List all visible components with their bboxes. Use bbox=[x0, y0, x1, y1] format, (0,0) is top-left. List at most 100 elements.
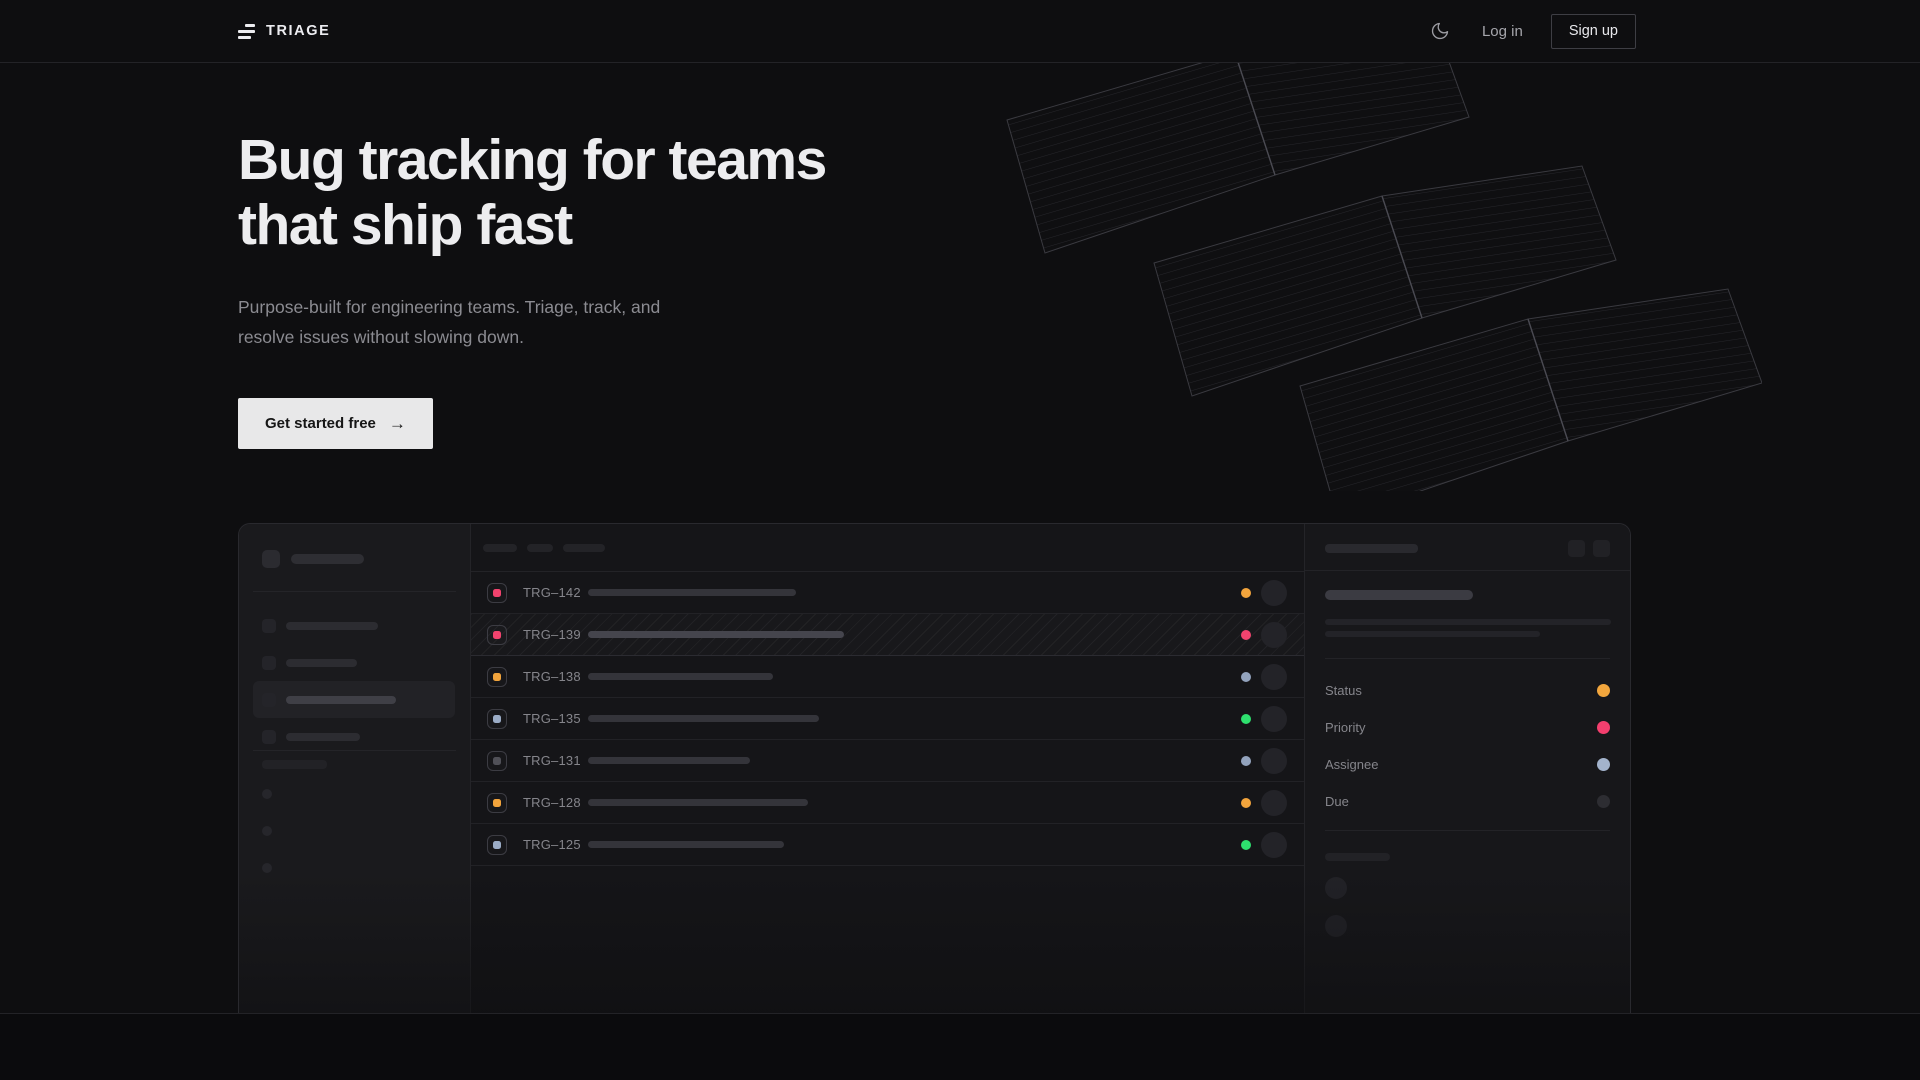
sidebar-nav-item bbox=[253, 644, 455, 681]
issue-type-icon bbox=[487, 625, 507, 645]
issue-status-dot bbox=[1241, 630, 1251, 640]
issue-id: TRG–142 bbox=[523, 585, 588, 600]
assignee-avatar-placeholder bbox=[1261, 706, 1287, 732]
field-label: Due bbox=[1325, 794, 1349, 809]
nav-label-placeholder bbox=[286, 696, 396, 704]
mockup-sidebar bbox=[239, 524, 471, 1013]
nav-icon-placeholder bbox=[262, 619, 276, 633]
issue-title-placeholder bbox=[588, 715, 819, 722]
list-header-pill bbox=[527, 544, 553, 552]
sidebar-nav-item bbox=[253, 607, 455, 644]
sidebar-dot-placeholder bbox=[262, 826, 272, 836]
sidebar-logo-placeholder bbox=[262, 550, 280, 568]
issue-status-dot bbox=[1241, 672, 1251, 682]
issue-title-placeholder bbox=[588, 673, 773, 680]
field-label: Priority bbox=[1325, 720, 1365, 735]
issue-list-header bbox=[471, 524, 1304, 572]
issue-type-dot bbox=[493, 715, 501, 723]
issue-row: TRG–138 bbox=[471, 656, 1304, 698]
issue-type-icon bbox=[487, 793, 507, 813]
issue-id: TRG–138 bbox=[523, 669, 588, 684]
issue-type-dot bbox=[493, 589, 501, 597]
sidebar-dot-placeholder bbox=[262, 863, 272, 873]
moon-icon bbox=[1430, 21, 1450, 41]
field-label: Status bbox=[1325, 683, 1362, 698]
get-started-button[interactable]: Get started free → bbox=[238, 398, 433, 449]
issue-type-dot bbox=[493, 757, 501, 765]
detail-text-placeholder bbox=[1325, 631, 1540, 637]
nav-label-placeholder bbox=[286, 733, 360, 741]
issue-row: TRG–131 bbox=[471, 740, 1304, 782]
issue-type-icon bbox=[487, 583, 507, 603]
sidebar-nav bbox=[253, 607, 455, 755]
issue-title-placeholder bbox=[588, 841, 784, 848]
issue-status-dot bbox=[1241, 840, 1251, 850]
detail-divider bbox=[1325, 658, 1610, 659]
wireframe-decoration bbox=[1002, 63, 1762, 491]
detail-text-placeholder bbox=[1325, 619, 1611, 625]
issue-row: TRG–135 bbox=[471, 698, 1304, 740]
nav-label-placeholder bbox=[286, 622, 378, 630]
field-value-dot bbox=[1597, 758, 1610, 771]
list-header-pill bbox=[563, 544, 605, 552]
field-value-dot bbox=[1597, 795, 1610, 808]
detail-field-row: Status bbox=[1325, 672, 1610, 709]
triage-logo-icon bbox=[238, 24, 255, 39]
detail-title-placeholder bbox=[1325, 590, 1473, 600]
login-link[interactable]: Log in bbox=[1482, 23, 1523, 40]
issue-type-dot bbox=[493, 673, 501, 681]
issue-title-placeholder bbox=[588, 757, 750, 764]
detail-action-placeholder bbox=[1593, 540, 1610, 557]
detail-footer-placeholder bbox=[1325, 853, 1390, 861]
detail-field-row: Due bbox=[1325, 783, 1610, 820]
issue-type-icon bbox=[487, 835, 507, 855]
theme-toggle-button[interactable] bbox=[1426, 17, 1454, 45]
nav-icon-placeholder bbox=[262, 693, 276, 707]
nav-icon-placeholder bbox=[262, 656, 276, 670]
issue-row: TRG–125 bbox=[471, 824, 1304, 866]
detail-divider bbox=[1305, 570, 1630, 571]
app-mockup-card: TRG–142 TRG–139 bbox=[238, 523, 1631, 1013]
detail-action-placeholder bbox=[1568, 540, 1585, 557]
detail-field-row: Priority bbox=[1325, 709, 1610, 746]
issue-row: TRG–128 bbox=[471, 782, 1304, 824]
landing-page: TRIAGE Log in Sign up bbox=[0, 0, 1920, 1080]
site-footer bbox=[0, 1013, 1920, 1080]
hero-title: Bug tracking for teams that ship fast bbox=[238, 128, 826, 258]
detail-fields: Status Priority Assignee Due bbox=[1325, 672, 1610, 820]
issue-type-dot bbox=[493, 799, 501, 807]
site-header: TRIAGE Log in Sign up bbox=[0, 0, 1920, 63]
hero-subtitle: Purpose-built for engineering teams. Tri… bbox=[238, 292, 720, 352]
issue-type-dot bbox=[493, 631, 501, 639]
list-header-pill bbox=[483, 544, 517, 552]
signup-button[interactable]: Sign up bbox=[1551, 14, 1636, 49]
header-actions: Log in Sign up bbox=[1426, 14, 1636, 49]
issue-id: TRG–128 bbox=[523, 795, 588, 810]
nav-label-placeholder bbox=[286, 659, 357, 667]
assignee-avatar-placeholder bbox=[1261, 832, 1287, 858]
comment-avatar-placeholder bbox=[1325, 915, 1347, 937]
issue-status-dot bbox=[1241, 756, 1251, 766]
issue-type-icon bbox=[487, 709, 507, 729]
detail-divider bbox=[1325, 830, 1610, 831]
field-value-dot bbox=[1597, 721, 1610, 734]
assignee-avatar-placeholder bbox=[1261, 790, 1287, 816]
issue-list: TRG–142 TRG–139 bbox=[471, 524, 1304, 1013]
issue-status-dot bbox=[1241, 588, 1251, 598]
hero-title-line1: Bug tracking for teams bbox=[238, 128, 826, 192]
assignee-avatar-placeholder bbox=[1261, 748, 1287, 774]
field-value-dot bbox=[1597, 684, 1610, 697]
detail-field-row: Assignee bbox=[1325, 746, 1610, 783]
issue-status-dot bbox=[1241, 714, 1251, 724]
get-started-label: Get started free bbox=[265, 415, 376, 432]
issue-status-dot bbox=[1241, 798, 1251, 808]
assignee-avatar-placeholder bbox=[1261, 580, 1287, 606]
issue-type-icon bbox=[487, 751, 507, 771]
sidebar-title-placeholder bbox=[291, 554, 364, 564]
issue-id: TRG–135 bbox=[523, 711, 588, 726]
issue-id: TRG–131 bbox=[523, 753, 588, 768]
issue-row: TRG–142 bbox=[471, 572, 1304, 614]
issue-type-icon bbox=[487, 667, 507, 687]
brand-name: TRIAGE bbox=[266, 23, 330, 39]
assignee-avatar-placeholder bbox=[1261, 622, 1287, 648]
